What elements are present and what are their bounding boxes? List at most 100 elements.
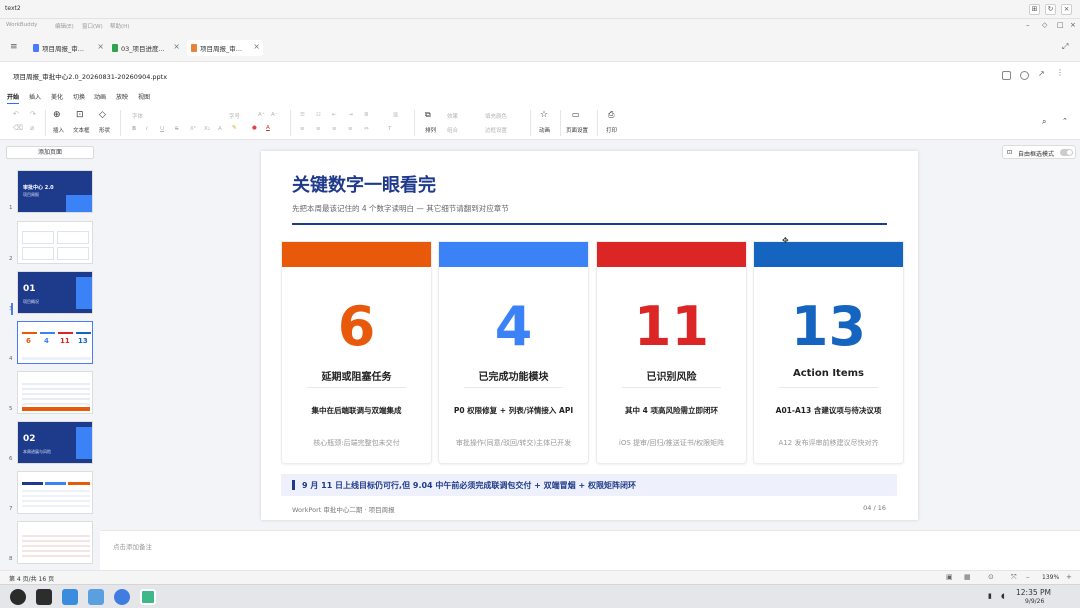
menu-window[interactable]: 窗口(W) (82, 22, 103, 30)
doc-tab-3[interactable]: 项目周报_审... × (187, 40, 263, 56)
minimize-icon[interactable]: – (1026, 21, 1030, 29)
terminal-icon[interactable] (36, 589, 52, 605)
restore-icon[interactable]: ◇ (1042, 21, 1047, 29)
columns-icon[interactable]: ▥ (393, 112, 398, 118)
file-manager-icon[interactable] (88, 589, 104, 605)
font-size-select[interactable]: 字号 (229, 112, 240, 120)
slide-canvas[interactable]: ⊡ 自由框选模式 关键数字一眼看完 先把本周最该记住的 4 个数字读明白 — 其… (100, 140, 1080, 530)
slide-thumb-4[interactable]: 6 4 11 13 (17, 321, 93, 364)
arrange-button[interactable]: 排列 (425, 126, 436, 134)
clear-format-icon[interactable]: ⌀ (30, 124, 34, 132)
slide-title[interactable]: 关键数字一眼看完 (292, 171, 436, 197)
stat-card-delayed[interactable]: 6 延期或阻塞任务 集中在后端联调与双端集成 核心瓶颈:后端完整包未交付 (281, 241, 432, 464)
ribbon-tab-transition[interactable]: 切换 (73, 92, 85, 101)
shape-button[interactable]: 形状 (99, 126, 110, 134)
distribute-icon[interactable]: ⇔ (364, 126, 369, 132)
slide-subtitle[interactable]: 先把本周最该记住的 4 个数字读明白 — 其它细节请翻到对应章节 (292, 203, 509, 214)
start-menu-icon[interactable] (10, 589, 26, 605)
slideshow-icon[interactable]: ⊙ (988, 573, 994, 581)
italic-icon[interactable]: I (146, 126, 148, 132)
battery-icon[interactable]: ▮ (988, 592, 992, 600)
align-center-icon[interactable]: ≡ (316, 126, 321, 132)
share-icon[interactable]: ↗ (1038, 69, 1047, 78)
slide-thumb-7[interactable] (17, 471, 93, 514)
tab-close-icon[interactable]: × (173, 42, 180, 51)
slide-thumb-1[interactable]: 审批中心 2.0 项目周报 (17, 170, 93, 213)
fill-color-button[interactable]: 填充颜色 (485, 112, 507, 120)
menu-help[interactable]: 帮助(H) (110, 22, 129, 30)
insert-icon[interactable]: ⊕ (53, 110, 61, 120)
zoom-in-icon[interactable]: + (1066, 573, 1072, 581)
speaker-notes-area[interactable]: 点击添加备注 (100, 530, 1080, 570)
insert-button[interactable]: 插入 (53, 126, 64, 134)
font-family-select[interactable]: 字体 (132, 112, 143, 120)
tab-close-icon[interactable]: × (97, 42, 104, 51)
slide-thumb-2[interactable] (17, 221, 93, 264)
store-icon[interactable] (62, 589, 78, 605)
page-setup-icon[interactable]: ▭ (572, 110, 580, 119)
undo-icon[interactable]: ↶ (13, 110, 19, 118)
menu-edit[interactable]: 编辑(E) (55, 22, 74, 30)
clock-date[interactable]: 9/9/26 (1025, 598, 1044, 605)
workbuddy-app-icon[interactable] (140, 589, 156, 605)
slide-thumb-8[interactable] (17, 521, 93, 564)
bold-icon[interactable]: B (132, 126, 136, 132)
align-right-icon[interactable]: ≡ (332, 126, 337, 132)
animation-icon[interactable]: ☆ (540, 110, 548, 120)
doc-tab-2[interactable]: 03_项目进度... × (108, 40, 183, 56)
stat-card-risks[interactable]: 11 已识别风险 其中 4 项高风险需立即闭环 iOS 提审/回归/推送证书/权… (596, 241, 747, 464)
search-icon[interactable]: ⌕ (1042, 117, 1046, 127)
volume-icon[interactable]: ◖ (1001, 592, 1005, 600)
underline-icon[interactable]: U (160, 126, 164, 132)
grow-font-icon[interactable]: A⁺ (258, 112, 265, 118)
justify-icon[interactable]: ≡ (348, 126, 353, 132)
numbered-list-icon[interactable]: ☷ (316, 112, 321, 118)
effect-button[interactable]: 效果 (447, 112, 458, 120)
menu-app[interactable]: WorkBuddy (6, 22, 37, 28)
text-direction-icon[interactable]: T (388, 126, 391, 132)
zoom-out-icon[interactable]: – (1026, 573, 1030, 581)
window-refresh-button[interactable]: ↻ (1045, 4, 1056, 15)
line-spacing-icon[interactable]: ≣ (364, 112, 369, 118)
bullet-list-icon[interactable]: ☰ (300, 112, 305, 118)
textbox-button[interactable]: 文本框 (73, 126, 90, 134)
strikethrough-icon[interactable]: S (175, 126, 179, 132)
slide-thumb-3[interactable]: 01 项目概况 (17, 271, 93, 314)
add-page-button[interactable]: 添加页面 (6, 146, 94, 159)
print-button[interactable]: 打印 (606, 126, 617, 134)
subscript-icon[interactable]: X₂ (204, 126, 210, 132)
shrink-font-icon[interactable]: A⁻ (271, 112, 278, 118)
close-icon[interactable]: × (1070, 21, 1076, 29)
align-left-icon[interactable]: ≡ (300, 126, 305, 132)
current-slide[interactable]: 关键数字一眼看完 先把本周最该记住的 4 个数字读明白 — 其它细节请翻到对应章… (261, 151, 918, 520)
shape-icon[interactable]: ◇ (99, 110, 106, 120)
ribbon-tab-beautify[interactable]: 美化 (51, 92, 63, 101)
browser-icon[interactable] (114, 589, 130, 605)
more-options-icon[interactable]: ⋮ (1056, 68, 1065, 77)
stat-card-completed[interactable]: 4 已完成功能模块 P0 权限修复 + 列表/详情接入 API 审批操作(同意/… (438, 241, 589, 464)
animation-button[interactable]: 动画 (539, 126, 550, 134)
text-effect-icon[interactable]: A (218, 126, 222, 132)
format-painter-icon[interactable]: ⌫ (13, 124, 23, 132)
collapse-ribbon-icon[interactable]: ⌃ (1062, 117, 1068, 125)
page-setup-button[interactable]: 页面设置 (566, 126, 588, 134)
expand-icon[interactable]: ⤢ (1062, 42, 1068, 52)
arrange-icon[interactable]: ⧉ (425, 110, 431, 120)
window-close-button[interactable]: × (1061, 4, 1072, 15)
doc-tab-1[interactable]: 项目周报_审... × (29, 40, 107, 56)
slide-thumb-5[interactable] (17, 371, 93, 414)
free-select-mode-toggle[interactable]: ⊡ 自由框选模式 (1002, 145, 1076, 159)
toggle-switch[interactable] (1060, 149, 1073, 156)
save-icon[interactable] (1002, 71, 1011, 80)
maximize-icon[interactable]: □ (1057, 21, 1064, 29)
sorter-view-icon[interactable]: ▦ (964, 573, 971, 581)
border-settings-button[interactable]: 边框设置 (485, 126, 507, 134)
key-message-callout[interactable]: 9 月 11 日上线目标仍可行,但 9.04 中午前必须完成联调包交付 + 双端… (281, 474, 897, 496)
tab-close-icon[interactable]: × (253, 42, 260, 51)
cloud-upload-icon[interactable] (1020, 71, 1029, 80)
ribbon-tab-view[interactable]: 视图 (138, 92, 150, 101)
outdent-icon[interactable]: ⇤ (332, 112, 337, 118)
indent-icon[interactable]: ⇥ (348, 112, 353, 118)
window-maximize-button[interactable]: ⊞ (1029, 4, 1040, 15)
normal-view-icon[interactable]: ▣ (946, 573, 953, 581)
